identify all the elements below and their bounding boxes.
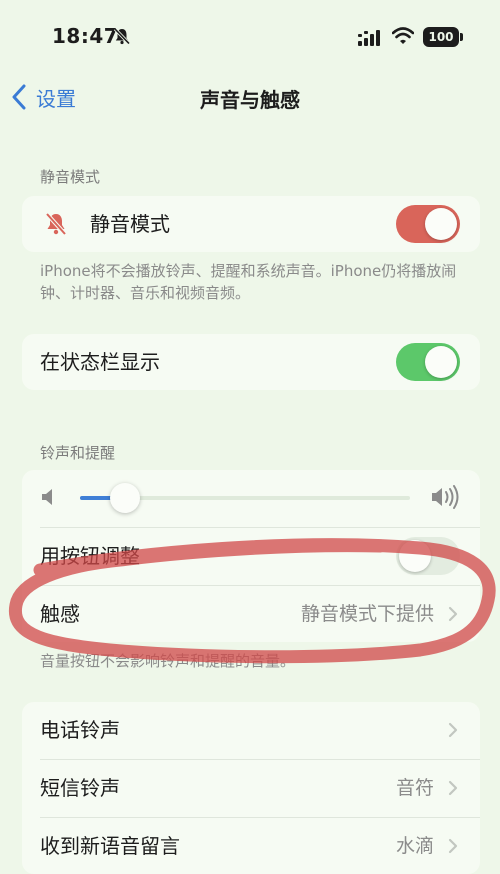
bell-off-icon: [113, 27, 131, 45]
chevron-right-icon: [448, 838, 458, 854]
haptics-value: 静音模式下提供: [300, 603, 434, 625]
battery-level: 100: [428, 30, 454, 44]
battery-tip: [460, 33, 463, 41]
ringtone-label: 电话铃声: [40, 718, 120, 742]
page-title: 声音与触感: [200, 88, 300, 112]
bell-slash-icon: [45, 212, 67, 236]
ringer-group: 用按钮调整 触感 静音模式下提供: [22, 470, 480, 642]
haptics-label: 触感: [40, 602, 80, 626]
section-header-ringer: 铃声和提醒: [40, 444, 116, 462]
silent-mode-row: 静音模式: [22, 196, 480, 252]
show-in-status-bar-label: 在状态栏显示: [40, 350, 160, 374]
change-with-buttons-row: 用按钮调整: [22, 528, 480, 584]
toggle-knob: [399, 540, 431, 572]
toggle-knob: [425, 346, 457, 378]
speaker-high-icon: [432, 485, 459, 509]
section-header-silent: 静音模式: [40, 168, 101, 186]
wifi-icon: [392, 27, 414, 44]
chevron-right-icon: [448, 780, 458, 796]
silent-group: 静音模式: [22, 196, 480, 252]
volume-row: [22, 470, 480, 526]
volume-slider-knob[interactable]: [110, 483, 140, 513]
status-bar: 18:47 100: [0, 0, 500, 72]
chevron-right-icon: [448, 606, 458, 622]
haptics-row[interactable]: 触感 静音模式下提供: [22, 586, 480, 642]
show-in-status-bar-toggle[interactable]: [396, 343, 460, 381]
volume-slider[interactable]: [80, 483, 410, 513]
silent-mode-label: 静音模式: [90, 212, 170, 236]
toggle-knob: [425, 208, 457, 240]
text-tone-value: 音符: [395, 777, 434, 799]
battery-icon: 100: [423, 27, 459, 47]
speaker-low-icon: [42, 489, 52, 505]
sounds-group: 电话铃声 短信铃声 音符 收到新语音留言 水滴: [22, 702, 480, 874]
volume-slider-fill: [80, 496, 113, 500]
chevron-right-icon: [448, 722, 458, 738]
ringtone-row[interactable]: 电话铃声: [22, 702, 480, 758]
text-tone-label: 短信铃声: [40, 776, 120, 800]
silent-mode-toggle[interactable]: [396, 205, 460, 243]
ringer-note: 音量按钮不会影响铃声和提醒的音量。: [40, 652, 296, 670]
cellular-signal-icon: [358, 30, 380, 46]
show-in-status-bar-row: 在状态栏显示: [22, 334, 480, 390]
change-with-buttons-toggle[interactable]: [396, 537, 460, 575]
text-tone-row[interactable]: 短信铃声 音符: [22, 760, 480, 816]
change-with-buttons-label: 用按钮调整: [40, 544, 140, 568]
silent-note: iPhone将不会播放铃声、提醒和系统声音。iPhone仍将播放闹钟、计时器、音…: [40, 262, 457, 302]
statusbar-group: 在状态栏显示: [22, 334, 480, 390]
status-time: 18:47: [52, 24, 119, 48]
